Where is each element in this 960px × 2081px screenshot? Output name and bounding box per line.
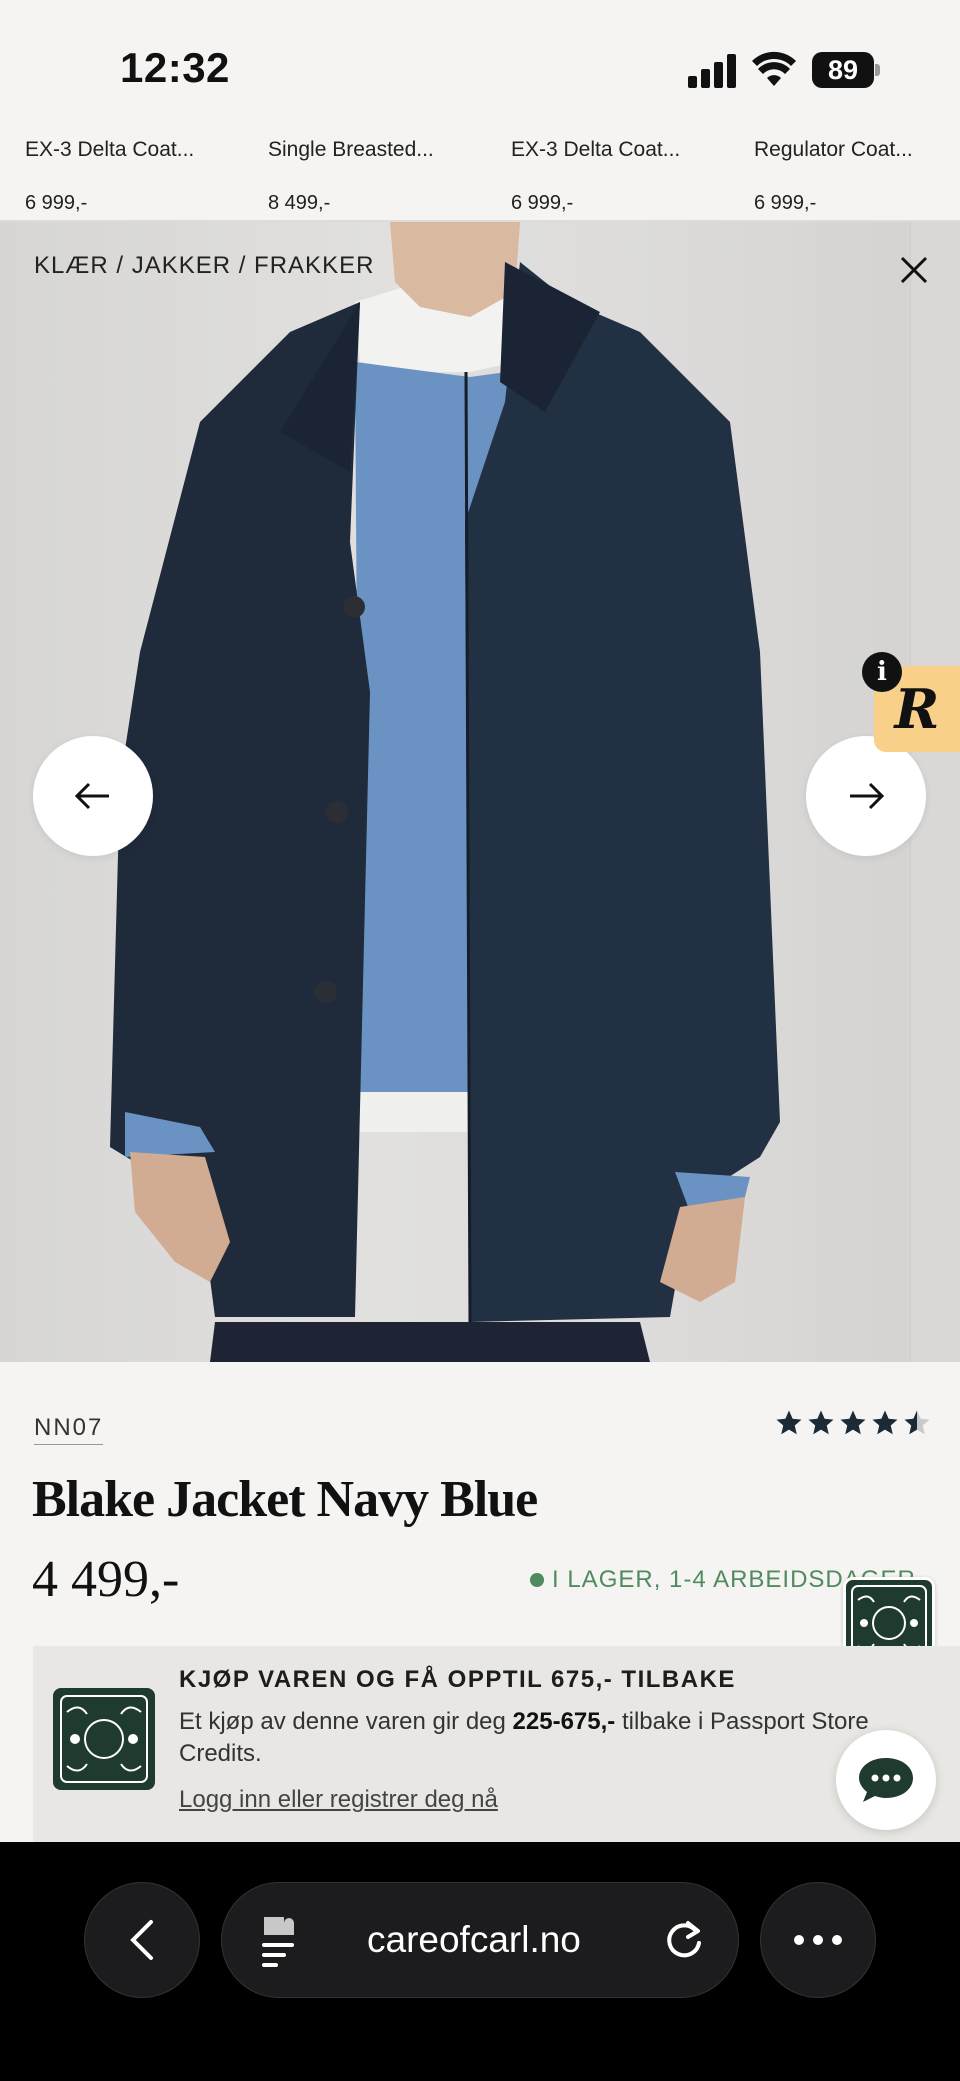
browser-back-button[interactable] xyxy=(84,1882,200,1998)
passport-logo xyxy=(53,1688,155,1790)
strip-item-name: EX-3 Delta Coat... xyxy=(25,138,195,161)
strip-item[interactable]: EX-3 Delta Coat... 6 999,- xyxy=(25,138,255,215)
strip-item-price: 8 499,- xyxy=(268,192,331,214)
passport-promo-box: KJØP VAREN OG FÅ OPPTIL 675,- TILBAKE Et… xyxy=(33,1646,960,1842)
product-image-gallery[interactable]: KLÆR / JAKKER / FRAKKER R i xyxy=(0,222,960,1362)
next-image-button[interactable] xyxy=(806,736,926,856)
url-text: careofcarl.no xyxy=(367,1919,581,1960)
previous-image-button[interactable] xyxy=(33,736,153,856)
strip-item[interactable]: EX-3 Delta Coat... 6 999,- xyxy=(511,138,741,215)
chevron-left-icon xyxy=(130,1920,153,1960)
promo-text-amount: 225-675,- xyxy=(512,1708,616,1735)
extension-icon xyxy=(262,1917,294,1967)
in-stock-dot-icon xyxy=(530,1573,544,1587)
address-bar[interactable]: careofcarl.no xyxy=(221,1882,739,1998)
product-strip: EX-3 Delta Coat... 6 999,- Single Breast… xyxy=(0,120,960,222)
strip-item-price: 6 999,- xyxy=(754,192,817,214)
reload-icon[interactable] xyxy=(662,1919,706,1963)
status-time: 12:32 xyxy=(120,44,230,91)
strip-item-name: Single Breasted... xyxy=(268,138,434,161)
star-icon xyxy=(872,1410,898,1435)
chat-button[interactable] xyxy=(836,1730,936,1830)
of-logo-icon xyxy=(60,1695,148,1783)
arrow-left-icon xyxy=(74,782,109,810)
strip-item[interactable]: Single Breasted... 8 499,- xyxy=(268,138,498,215)
strip-item[interactable]: Regulator Coat... 6 999,- xyxy=(754,138,960,215)
promo-text-start: Et kjøp av denne varen gir deg xyxy=(179,1708,513,1735)
battery-level: 89 xyxy=(812,52,874,88)
more-options-button[interactable] xyxy=(760,1882,876,1998)
chat-bubble-icon xyxy=(859,1758,913,1802)
strip-item-price: 6 999,- xyxy=(25,192,88,214)
close-icon[interactable] xyxy=(896,252,932,288)
battery-icon: 89 xyxy=(812,52,880,88)
dot xyxy=(794,1935,804,1945)
product-title: Blake Jacket Navy Blue xyxy=(32,1471,538,1528)
dot xyxy=(832,1935,842,1945)
star-icon xyxy=(776,1410,802,1435)
status-bar: 12:32 89 xyxy=(0,0,960,120)
promo-heading: KJØP VAREN OG FÅ OPPTIL 675,- TILBAKE xyxy=(179,1666,736,1693)
dot xyxy=(813,1935,823,1945)
login-register-link[interactable]: Logg inn eller registrer deg nå xyxy=(179,1786,498,1814)
arrow-right-icon xyxy=(850,782,885,810)
cellular-signal-icon xyxy=(688,54,738,88)
breadcrumb[interactable]: KLÆR / JAKKER / FRAKKER xyxy=(34,252,374,280)
promo-text: Et kjøp av denne varen gir deg 225-675,-… xyxy=(179,1706,909,1770)
brand-link[interactable]: NN07 xyxy=(34,1414,104,1445)
strip-item-name: Regulator Coat... xyxy=(754,138,913,161)
rating-stars[interactable] xyxy=(774,1408,932,1438)
strip-item-price: 6 999,- xyxy=(511,192,574,214)
product-price: 4 499,- xyxy=(32,1551,180,1608)
info-icon[interactable]: i xyxy=(862,652,902,692)
strip-item-name: EX-3 Delta Coat... xyxy=(511,138,681,161)
star-icon xyxy=(808,1410,834,1435)
browser-toolbar: careofcarl.no xyxy=(0,1842,960,2081)
half-star-icon xyxy=(904,1410,930,1435)
star-icon xyxy=(840,1410,866,1435)
wifi-icon xyxy=(752,51,796,86)
